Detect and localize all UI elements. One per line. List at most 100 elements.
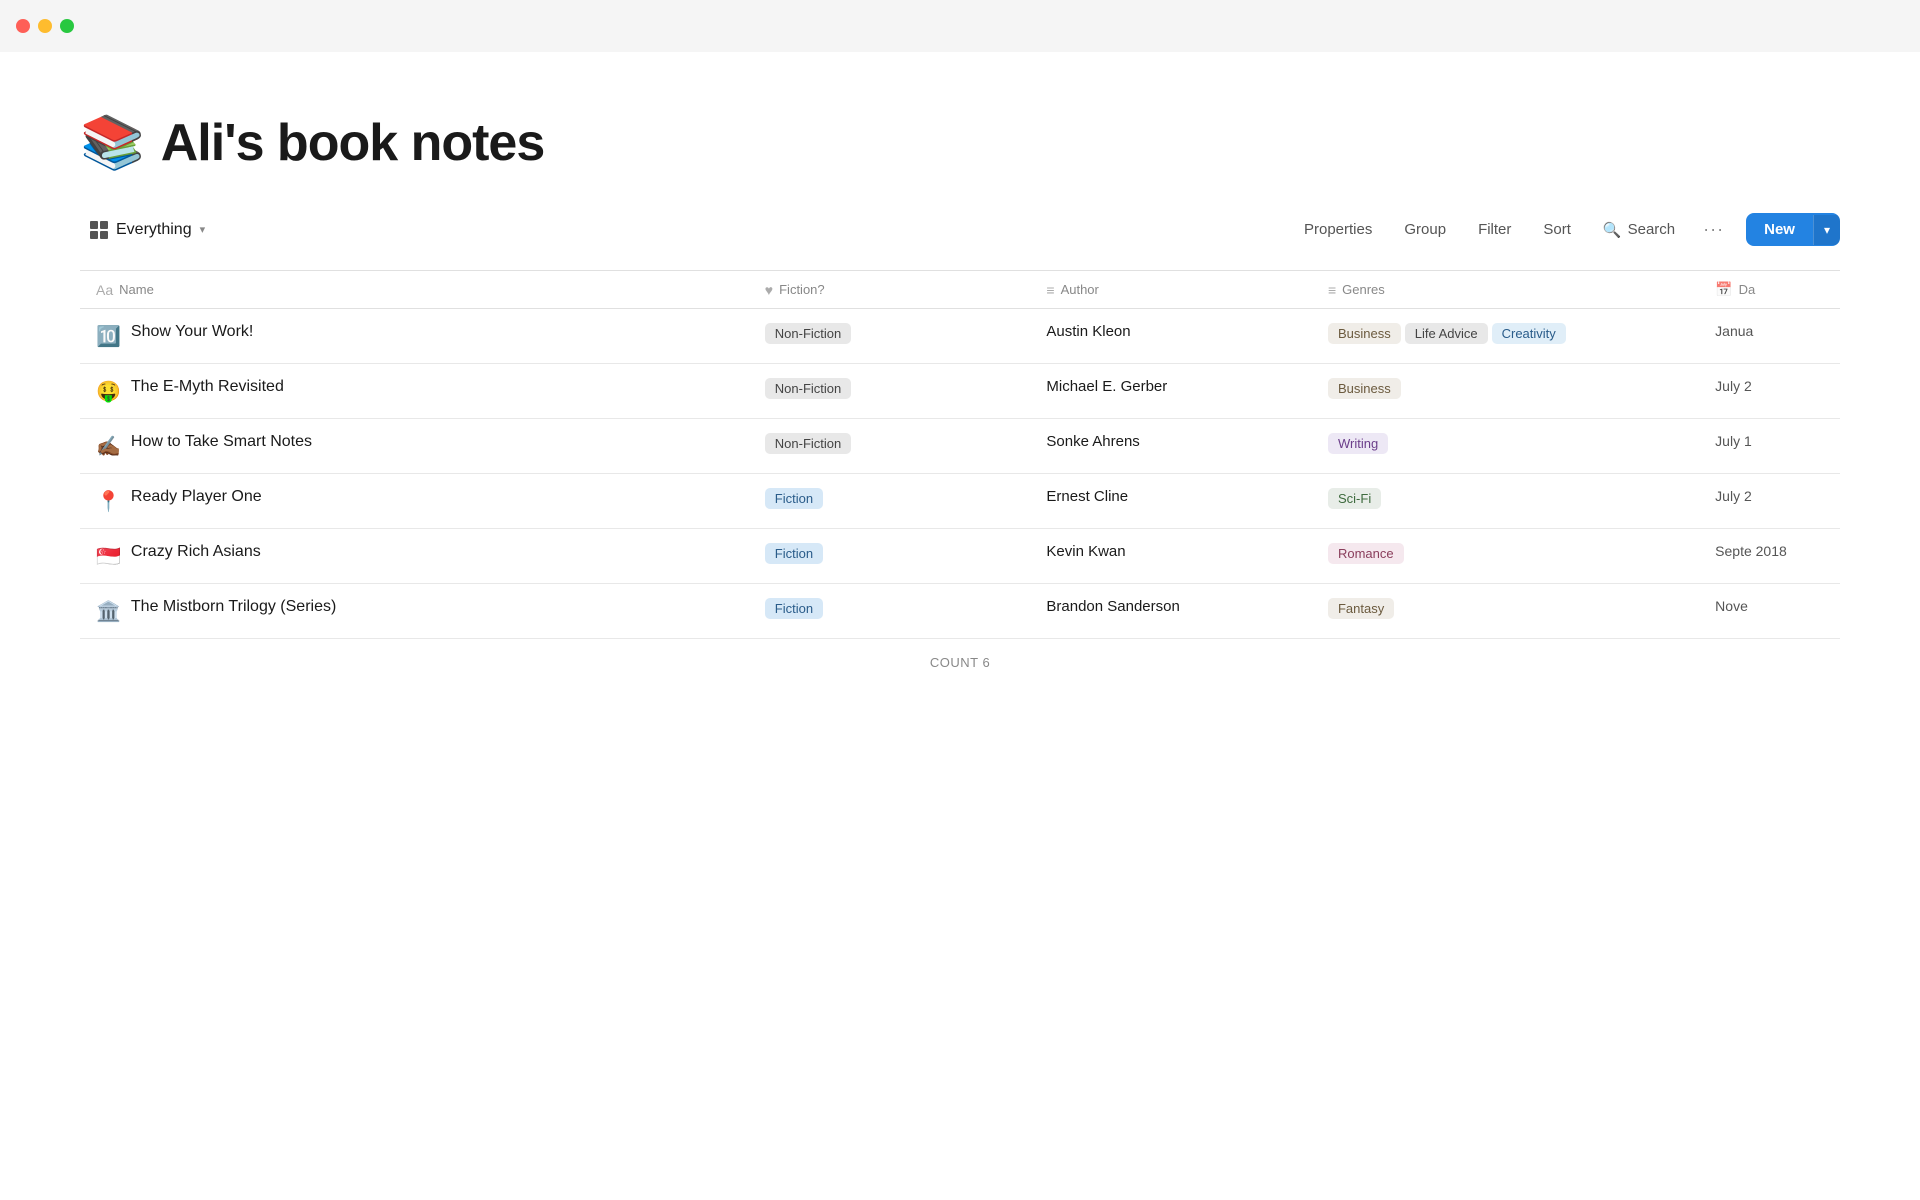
- fullscreen-button[interactable]: [60, 19, 74, 33]
- table-row[interactable]: 🇸🇬 Crazy Rich Asians Fiction Kevin Kwan Ro…: [80, 529, 1840, 584]
- genre-badge: Life Advice: [1405, 323, 1488, 344]
- cell-name: 📍 Ready Player One: [80, 474, 749, 529]
- more-options-button[interactable]: ···: [1693, 213, 1734, 246]
- col-header-genres: ≡ Genres: [1312, 271, 1699, 309]
- col-date-label: Da: [1739, 282, 1756, 297]
- search-icon: 🔍: [1603, 221, 1622, 239]
- cell-fiction: Non-Fiction: [749, 419, 1031, 474]
- row-title[interactable]: The Mistborn Trilogy (Series): [131, 598, 336, 616]
- row-emoji: 🤑: [96, 379, 121, 404]
- row-emoji: ✍🏾: [96, 434, 121, 459]
- table-row[interactable]: ✍🏾 How to Take Smart Notes Non-Fiction So…: [80, 419, 1840, 474]
- page-title: Ali's book notes: [161, 113, 545, 173]
- col-date-icon: 📅: [1715, 281, 1732, 298]
- chevron-down-icon: ▾: [200, 223, 206, 236]
- col-author-label: Author: [1061, 282, 1099, 297]
- cell-author: Brandon Sanderson: [1030, 584, 1312, 639]
- col-fiction-label: Fiction?: [779, 282, 825, 297]
- new-button-chevron[interactable]: ▾: [1813, 215, 1840, 245]
- cell-name: 🇸🇬 Crazy Rich Asians: [80, 529, 749, 584]
- cell-name: 🔟 Show Your Work!: [80, 309, 749, 364]
- genre-badge: Sci-Fi: [1328, 488, 1381, 509]
- fiction-badge: Non-Fiction: [765, 323, 851, 344]
- cell-date: July 2: [1699, 364, 1840, 419]
- col-header-name: Aa Name: [80, 271, 749, 309]
- page-header: 📚 Ali's book notes: [80, 112, 1840, 173]
- row-title[interactable]: Crazy Rich Asians: [131, 543, 261, 561]
- count-bar: COUNT 6: [80, 639, 1840, 686]
- genre-badge: Fantasy: [1328, 598, 1394, 619]
- group-button[interactable]: Group: [1390, 215, 1460, 244]
- fiction-badge: Non-Fiction: [765, 433, 851, 454]
- fiction-badge: Fiction: [765, 598, 823, 619]
- cell-fiction: Fiction: [749, 529, 1031, 584]
- cell-genres: Fantasy: [1312, 584, 1699, 639]
- minimize-button[interactable]: [38, 19, 52, 33]
- filter-button[interactable]: Filter: [1464, 215, 1525, 244]
- toolbar: Everything ▾ Properties Group Filter Sor…: [80, 213, 1840, 254]
- close-button[interactable]: [16, 19, 30, 33]
- table-row[interactable]: 🤑 The E-Myth Revisited Non-FictionMichae…: [80, 364, 1840, 419]
- search-button[interactable]: 🔍 Search: [1589, 215, 1689, 245]
- row-title[interactable]: Ready Player One: [131, 488, 262, 506]
- cell-genres: Business: [1312, 364, 1699, 419]
- row-emoji: 🏛️: [96, 599, 121, 624]
- main-content: 📚 Ali's book notes Everything ▾ Properti…: [0, 52, 1920, 686]
- fiction-badge: Fiction: [765, 488, 823, 509]
- table-row[interactable]: 🏛️ The Mistborn Trilogy (Series) Fiction…: [80, 584, 1840, 639]
- sort-button[interactable]: Sort: [1529, 215, 1585, 244]
- cell-genres: BusinessLife AdviceCreativity: [1312, 309, 1699, 364]
- grid-view-icon: [90, 221, 108, 239]
- cell-fiction: Fiction: [749, 584, 1031, 639]
- view-label: Everything: [116, 221, 192, 239]
- cell-date: July 2: [1699, 474, 1840, 529]
- genre-badge: Creativity: [1492, 323, 1566, 344]
- col-header-author: ≡ Author: [1030, 271, 1312, 309]
- cell-fiction: Non-Fiction: [749, 309, 1031, 364]
- cell-date: Janua: [1699, 309, 1840, 364]
- row-title[interactable]: The E-Myth Revisited: [131, 378, 284, 396]
- col-name-label: Name: [119, 282, 154, 297]
- table-header-row: Aa Name ♥ Fiction? ≡ Author: [80, 271, 1840, 309]
- col-genres-icon: ≡: [1328, 282, 1336, 298]
- properties-button[interactable]: Properties: [1290, 215, 1386, 244]
- count-number: 6: [982, 655, 990, 670]
- page-emoji: 📚: [80, 112, 145, 173]
- cell-author: Austin Kleon: [1030, 309, 1312, 364]
- view-selector[interactable]: Everything ▾: [80, 215, 215, 245]
- cell-genres: Romance: [1312, 529, 1699, 584]
- title-bar: [0, 0, 1920, 52]
- cell-author: Ernest Cline: [1030, 474, 1312, 529]
- search-label: Search: [1628, 221, 1676, 238]
- cell-date: Nove: [1699, 584, 1840, 639]
- count-label: COUNT: [930, 655, 978, 670]
- view-dropdown[interactable]: Everything ▾: [80, 215, 215, 245]
- table-row[interactable]: 🔟 Show Your Work! Non-Fiction Austin Kleo…: [80, 309, 1840, 364]
- table-row[interactable]: 📍 Ready Player One Fiction Ernest Cline Sc…: [80, 474, 1840, 529]
- cell-author: Kevin Kwan: [1030, 529, 1312, 584]
- cell-date: Septe 2018: [1699, 529, 1840, 584]
- genre-badge: Business: [1328, 323, 1401, 344]
- genre-badge: Romance: [1328, 543, 1404, 564]
- col-name-icon: Aa: [96, 282, 113, 298]
- cell-author: Michael E. Gerber: [1030, 364, 1312, 419]
- genre-badge: Writing: [1328, 433, 1388, 454]
- new-button[interactable]: New: [1746, 213, 1813, 246]
- col-fiction-icon: ♥: [765, 282, 773, 298]
- row-emoji: 📍: [96, 489, 121, 514]
- fiction-badge: Fiction: [765, 543, 823, 564]
- col-genres-label: Genres: [1342, 282, 1385, 297]
- cell-genres: Sci-Fi: [1312, 474, 1699, 529]
- cell-author: Sonke Ahrens: [1030, 419, 1312, 474]
- new-button-group: New ▾: [1746, 213, 1840, 246]
- col-header-date: 📅 Da: [1699, 271, 1840, 309]
- cell-name: 🤑 The E-Myth Revisited: [80, 364, 749, 419]
- data-table: Aa Name ♥ Fiction? ≡ Author: [80, 270, 1840, 639]
- cell-name: 🏛️ The Mistborn Trilogy (Series): [80, 584, 749, 639]
- row-title[interactable]: Show Your Work!: [131, 323, 253, 341]
- cell-genres: Writing: [1312, 419, 1699, 474]
- col-author-icon: ≡: [1046, 282, 1054, 298]
- cell-date: July 1: [1699, 419, 1840, 474]
- row-title[interactable]: How to Take Smart Notes: [131, 433, 312, 451]
- cell-fiction: Non-Fiction: [749, 364, 1031, 419]
